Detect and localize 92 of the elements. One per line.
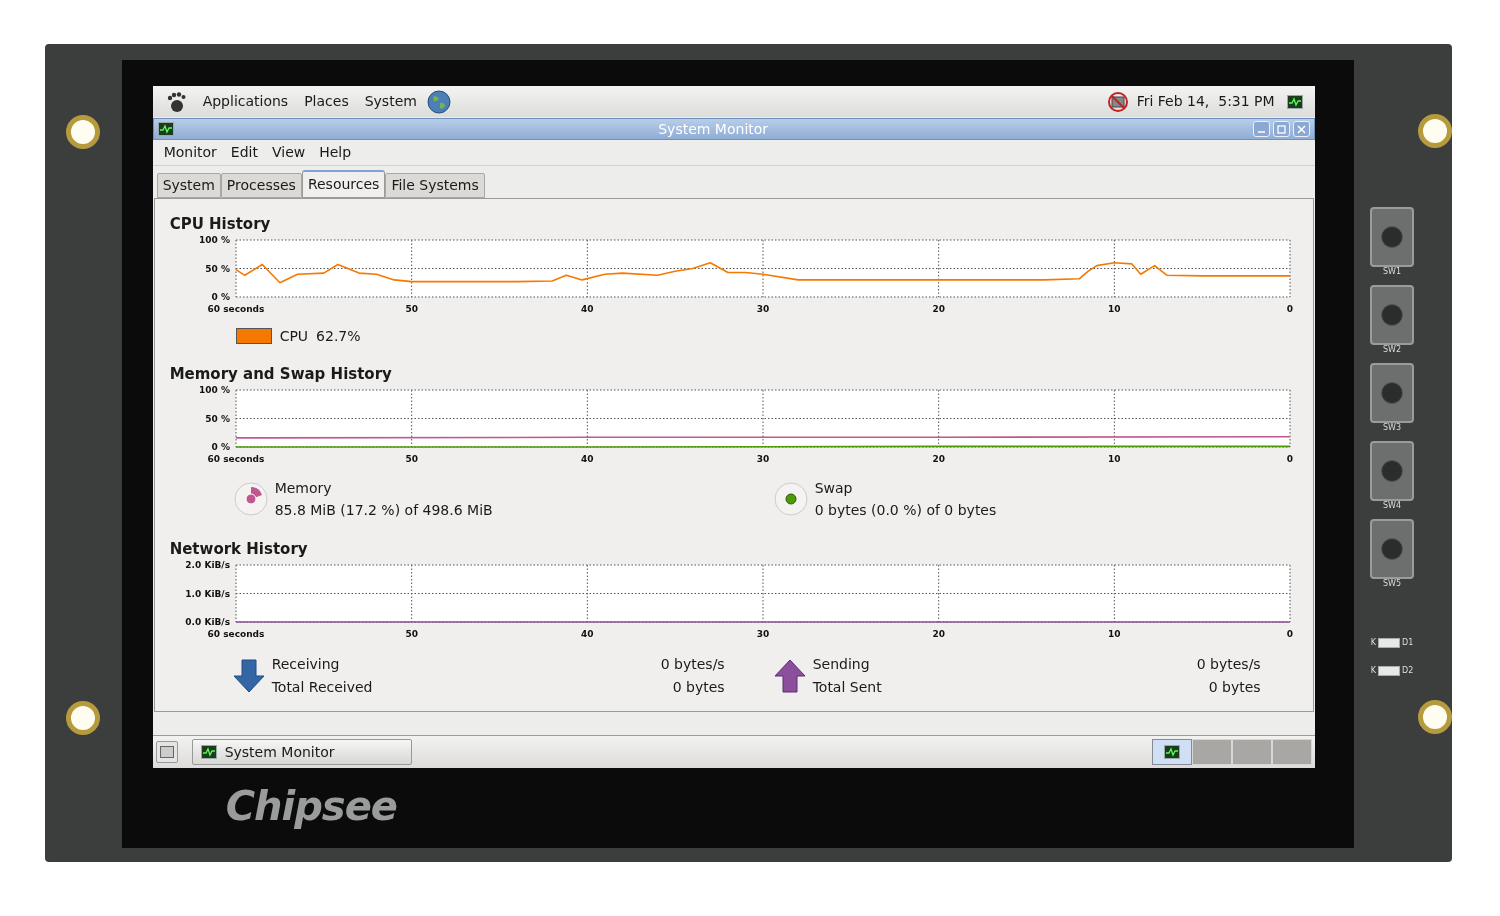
x-tick-label: 50: [405, 629, 418, 639]
minimize-icon: [1256, 131, 1266, 133]
panel-menu[interactable]: Applications: [194, 91, 297, 112]
y-tick-label: 0.0 KiB/s: [185, 617, 230, 627]
x-tick-label: 30: [756, 304, 769, 314]
receiving-rate: 0 bytes/s: [660, 655, 725, 674]
maximize-icon: [1276, 124, 1286, 134]
tab[interactable]: System: [156, 173, 221, 198]
y-tick-label: 50 %: [204, 413, 230, 424]
x-tick-label: 10: [1107, 454, 1121, 464]
legend-value: 62.7%: [316, 326, 361, 346]
tab[interactable]: File Systems: [385, 173, 485, 198]
desktop-icon: [159, 746, 174, 758]
menu-item[interactable]: View: [265, 142, 313, 163]
panel-menu[interactable]: Places: [296, 91, 357, 112]
switch-label: SW5: [1382, 579, 1402, 589]
total-receiving-value: 0 bytes: [672, 678, 725, 697]
workspace-button[interactable]: [1151, 739, 1192, 765]
x-tick-label: 40: [580, 629, 594, 639]
mounting-hole: [1418, 114, 1452, 148]
x-tick-label: 0: [1286, 454, 1293, 464]
switch-label: SW2: [1382, 345, 1402, 355]
led: [1378, 638, 1400, 648]
x-tick-label: 40: [580, 304, 594, 314]
minimize-button[interactable]: [1252, 121, 1270, 137]
mounting-hole: [66, 701, 101, 735]
x-tick-label: 20: [932, 629, 945, 639]
close-icon: [1296, 124, 1306, 134]
system-monitor-applet-icon: [1286, 94, 1303, 109]
led-polarity-mark: K: [1370, 637, 1376, 649]
legend-label: CPU: [279, 326, 309, 346]
total-sending-value: 0 bytes: [1208, 678, 1261, 697]
swap-label: Swap: [814, 479, 854, 498]
x-tick-label: 0: [1286, 629, 1293, 639]
menu-item[interactable]: Help: [312, 142, 359, 163]
x-tick-label: 60 seconds: [207, 454, 265, 464]
app-icon: [200, 745, 217, 759]
menu-item[interactable]: Edit: [223, 142, 265, 163]
sending-rate: 0 bytes/s: [1196, 655, 1261, 674]
section-title: CPU History: [169, 215, 272, 233]
x-tick-label: 10: [1107, 304, 1121, 314]
led: [1378, 666, 1400, 676]
switch-label: SW3: [1382, 423, 1402, 433]
menu-item[interactable]: Monitor: [156, 142, 224, 163]
x-tick-label: 60 seconds: [207, 304, 265, 314]
task-button[interactable]: System Monitor: [191, 739, 412, 765]
switch-label: SW4: [1382, 501, 1402, 511]
tab[interactable]: Processes: [220, 173, 302, 198]
led-polarity-mark: K: [1370, 665, 1376, 677]
memory-usage: 85.8 MiB (17.2 %) of 498.6 MiB: [274, 501, 493, 520]
x-tick-label: 60 seconds: [207, 629, 265, 639]
mounting-hole: [1418, 700, 1452, 734]
y-tick-label: 0 %: [211, 442, 230, 452]
maximize-button[interactable]: [1272, 121, 1290, 137]
panel-menu[interactable]: System: [356, 91, 425, 112]
x-tick-label: 0: [1286, 304, 1293, 314]
tab[interactable]: Resources: [301, 170, 386, 198]
show-desktop-button[interactable]: [155, 741, 178, 763]
y-tick-label: 2.0 KiB/s: [185, 560, 230, 570]
section-title: Memory and Swap History: [169, 365, 393, 383]
led-label: D2: [1402, 665, 1414, 677]
y-tick-label: 0 %: [211, 292, 230, 302]
memory-label: Memory: [274, 479, 333, 498]
receiving-label: Receiving: [271, 655, 341, 674]
x-tick-label: 20: [932, 304, 945, 314]
x-tick-label: 50: [405, 454, 418, 464]
brand-logo: Chipsee: [225, 782, 397, 831]
globe-icon: [426, 89, 451, 114]
swap-usage: 0 bytes (0.0 %) of 0 bytes: [814, 501, 997, 520]
x-tick-label: 40: [580, 454, 594, 464]
close-button[interactable]: [1292, 121, 1310, 137]
y-tick-label: 100 %: [198, 235, 230, 245]
y-tick-label: 100 %: [198, 385, 230, 395]
clock[interactable]: Fri Feb 14, 5:31 PM: [1136, 91, 1275, 112]
total-receiving-label: Total Received: [271, 678, 373, 697]
y-tick-label: 1.0 KiB/s: [185, 588, 230, 599]
network-disconnected-icon: [1106, 90, 1129, 113]
x-tick-label: 50: [405, 304, 418, 314]
total-sending-label: Total Sent: [812, 678, 882, 697]
window-thumbnail-icon: [1163, 745, 1180, 759]
section-title: Network History: [169, 540, 309, 558]
window-title: System Monitor: [657, 119, 770, 139]
switch-label: SW1: [1382, 267, 1402, 277]
x-tick-label: 10: [1107, 629, 1121, 639]
sending-label: Sending: [812, 655, 871, 674]
app-icon: [157, 122, 174, 136]
x-tick-label: 20: [932, 454, 945, 464]
led-label: D1: [1402, 637, 1414, 649]
x-tick-label: 30: [756, 629, 769, 639]
x-tick-label: 30: [756, 454, 769, 464]
mounting-hole: [66, 115, 101, 149]
y-tick-label: 50 %: [204, 263, 230, 274]
